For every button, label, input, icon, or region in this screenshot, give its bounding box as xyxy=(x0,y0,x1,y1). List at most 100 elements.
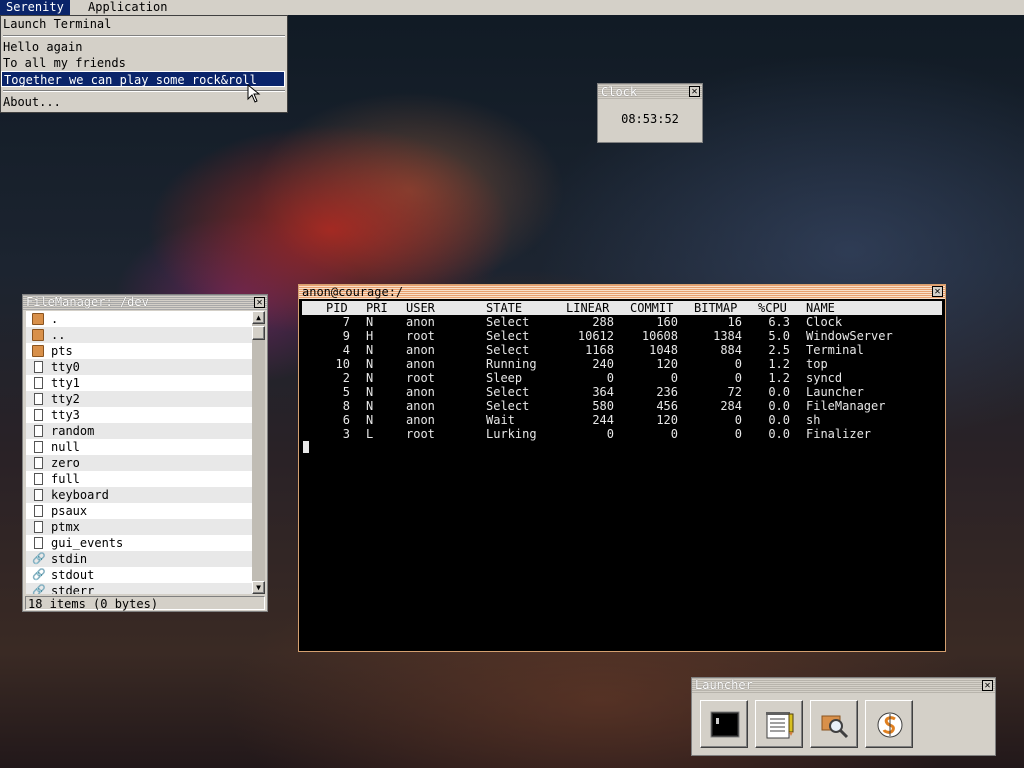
file-list-item[interactable]: tty0 xyxy=(26,359,252,375)
process-cell: anon xyxy=(406,399,435,413)
process-cell: 3 xyxy=(342,427,350,441)
file-list-item[interactable]: tty1 xyxy=(26,375,252,391)
link-icon: 🔗 xyxy=(32,568,46,581)
clock-title: Clock xyxy=(601,85,638,99)
launch-text-editor-button[interactable] xyxy=(755,700,803,748)
close-icon[interactable]: ✕ xyxy=(689,86,700,97)
process-cell: Select xyxy=(486,385,530,399)
launcher-titlebar[interactable]: Launcher xyxy=(692,678,995,693)
file-name: random xyxy=(51,424,95,438)
process-cell: 10 xyxy=(335,357,350,371)
file-icon xyxy=(34,521,43,533)
file-list-item[interactable]: 🔗 stdout xyxy=(26,567,252,583)
process-cell: anon xyxy=(406,413,435,427)
menu-item-launch-terminal[interactable]: Launch Terminal xyxy=(1,16,285,32)
menu-item-hello-again[interactable]: Hello again xyxy=(1,39,285,55)
launch-file-manager-button[interactable] xyxy=(810,700,858,748)
process-cell: N xyxy=(366,315,374,329)
filemanager-titlebar[interactable]: FileManager: /dev xyxy=(23,295,267,310)
scroll-up-icon[interactable]: ▲ xyxy=(252,311,265,324)
close-icon[interactable]: ✕ xyxy=(254,297,265,308)
file-list-item[interactable]: .. xyxy=(26,327,252,343)
file-list-item[interactable]: 🔗 stdin xyxy=(26,551,252,567)
column-header: STATE xyxy=(486,301,523,315)
menubar: Serenity Application xyxy=(0,0,1024,15)
menu-application[interactable]: Application xyxy=(82,0,173,15)
close-icon[interactable]: ✕ xyxy=(932,286,943,297)
scrollbar[interactable]: ▲ ▼ xyxy=(252,311,265,594)
menu-item-rock-and-roll[interactable]: Together we can play some rock&roll xyxy=(1,71,285,87)
column-header: %CPU xyxy=(758,301,787,315)
clock-titlebar[interactable]: Clock xyxy=(598,84,702,100)
process-table: PID PRI USER STATE LINEAR COMMIT BITMAP … xyxy=(302,301,942,441)
file-name: stderr xyxy=(51,584,95,594)
file-icon xyxy=(34,425,43,437)
clock-window: Clock ✕ 08:53:52 xyxy=(597,83,703,143)
process-cell: sh xyxy=(806,413,821,427)
file-name: tty1 xyxy=(51,376,80,390)
process-cell: 236 xyxy=(656,385,678,399)
process-cell: root xyxy=(406,427,435,441)
menu-serenity[interactable]: Serenity xyxy=(0,0,70,15)
process-cell: 0 xyxy=(734,427,742,441)
process-row: 4 Nanon Select 1168 1048 884 2.5 Terminal xyxy=(302,343,942,357)
file-list-item[interactable]: zero xyxy=(26,455,252,471)
file-name: pts xyxy=(51,344,73,358)
scroll-down-icon[interactable]: ▼ xyxy=(252,581,265,594)
file-list-item[interactable]: pts xyxy=(26,343,252,359)
file-list-item[interactable]: random xyxy=(26,423,252,439)
file-list-item[interactable]: null xyxy=(26,439,252,455)
column-header: NAME xyxy=(806,301,835,315)
file-list-item[interactable]: gui_events xyxy=(26,535,252,551)
file-list-item[interactable]: full xyxy=(26,471,252,487)
process-cell: N xyxy=(366,399,374,413)
process-cell: 0 xyxy=(606,371,614,385)
process-cell: 884 xyxy=(720,343,742,357)
process-cell: 160 xyxy=(656,315,678,329)
file-list-item[interactable]: tty2 xyxy=(26,391,252,407)
launch-serenity-app-button[interactable] xyxy=(865,700,913,748)
file-list-item[interactable]: keyboard xyxy=(26,487,252,503)
process-cell: 0.0 xyxy=(768,413,790,427)
process-cell: Launcher xyxy=(806,385,864,399)
file-icon xyxy=(34,393,43,405)
process-cell: 10612 xyxy=(577,329,614,343)
file-list-item[interactable]: psaux xyxy=(26,503,252,519)
file-name: gui_events xyxy=(51,536,124,550)
process-cell: Select xyxy=(486,315,530,329)
column-header: USER xyxy=(406,301,435,315)
file-icon xyxy=(34,457,43,469)
menu-item-to-all-my-friends[interactable]: To all my friends xyxy=(1,55,285,71)
file-name: keyboard xyxy=(51,488,109,502)
process-cell: 456 xyxy=(656,399,678,413)
process-cell: 0 xyxy=(734,357,742,371)
process-cell: Select xyxy=(486,343,530,357)
process-cell: 4 xyxy=(342,343,350,357)
file-list[interactable]: ... pts tty0 tty1 tty2 tty3 random null zero full… xyxy=(26,311,252,594)
process-table-header: PID PRI USER STATE LINEAR COMMIT BITMAP … xyxy=(302,301,942,315)
column-header: COMMIT xyxy=(630,301,674,315)
file-list-item[interactable]: 🔗 stderr xyxy=(26,583,252,594)
close-icon[interactable]: ✕ xyxy=(982,680,993,691)
process-cell: Finalizer xyxy=(806,427,872,441)
process-cell: anon xyxy=(406,315,435,329)
terminal-icon xyxy=(710,711,740,738)
folder-icon xyxy=(32,313,44,325)
column-header: LINEAR xyxy=(566,301,610,315)
file-list-item[interactable]: . xyxy=(26,311,252,327)
file-name: stdin xyxy=(51,552,88,566)
file-name: stdout xyxy=(51,568,95,582)
file-name: tty3 xyxy=(51,408,80,422)
file-name: tty2 xyxy=(51,392,80,406)
process-cell: 0.0 xyxy=(768,385,790,399)
menu-item-about[interactable]: About... xyxy=(1,94,285,110)
process-cell: top xyxy=(806,357,828,371)
process-cell: 2.5 xyxy=(768,343,790,357)
file-list-item[interactable]: tty3 xyxy=(26,407,252,423)
serenity-app-icon xyxy=(877,712,903,738)
launch-terminal-button[interactable] xyxy=(700,700,748,748)
scrollbar-thumb[interactable] xyxy=(252,326,265,340)
file-list-item[interactable]: ptmx xyxy=(26,519,252,535)
terminal-titlebar[interactable]: anon@courage:/ xyxy=(299,285,945,299)
process-cell: 10608 xyxy=(641,329,678,343)
